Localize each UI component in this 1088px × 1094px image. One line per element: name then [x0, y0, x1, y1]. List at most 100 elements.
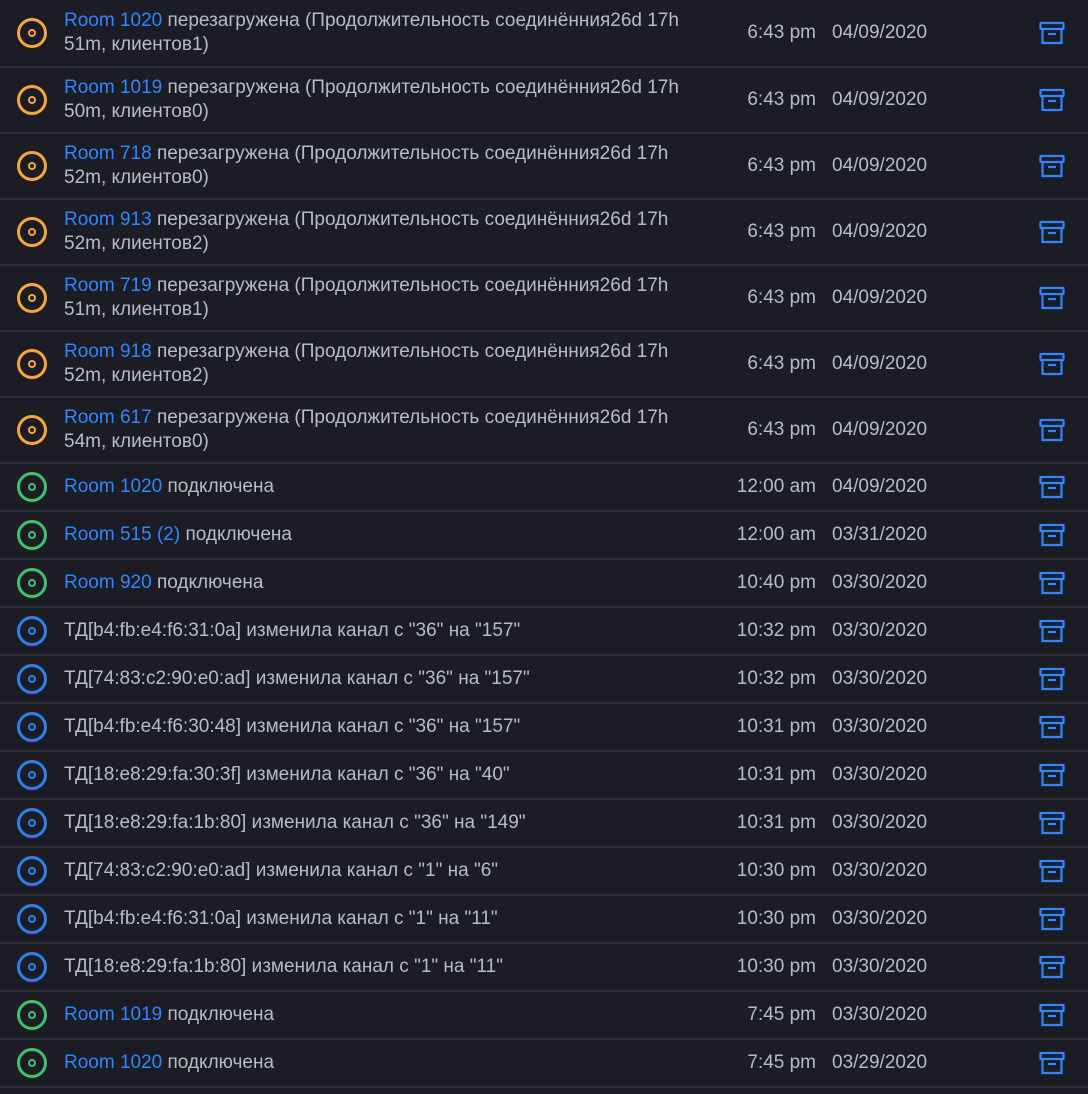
event-date: 04/09/2020 [832, 419, 928, 440]
archive-icon[interactable] [1039, 571, 1065, 595]
room-link[interactable]: Room 1019 [64, 1004, 162, 1025]
room-link[interactable]: Room 918 [64, 341, 152, 362]
event-time: 6:43 pm [747, 89, 816, 110]
status-info-icon [17, 616, 47, 646]
event-row: ТД[b4:fb:e4:f6:31:0a] изменила канал с "… [0, 608, 1088, 656]
event-row: Room 718 перезагружена (Продолжительност… [0, 134, 1088, 200]
status-warning-icon [17, 283, 47, 313]
archive-icon[interactable] [1039, 1003, 1065, 1027]
event-message: Room 515 (2) подключена [64, 523, 714, 547]
event-date: 03/29/2020 [832, 1052, 928, 1073]
event-text: перезагружена (Продолжительность соединё… [64, 407, 669, 452]
event-message: Room 719 перезагружена (Продолжительност… [64, 274, 714, 322]
event-row: ТД[18:e8:29:fa:30:3f] изменила канал с "… [0, 752, 1088, 800]
event-text: ТД[18:e8:29:fa:30:3f] изменила канал с "… [64, 764, 510, 785]
archive-icon[interactable] [1039, 286, 1065, 310]
event-row: ТД[74:83:c2:90:e0:ad] изменила канал с "… [0, 848, 1088, 896]
event-date: 04/09/2020 [832, 22, 928, 43]
event-message: ТД[b4:fb:e4:f6:31:0a] изменила канал с "… [64, 907, 714, 931]
event-text: перезагружена (Продолжительность соединё… [64, 275, 669, 320]
archive-icon[interactable] [1039, 475, 1065, 499]
archive-icon[interactable] [1039, 418, 1065, 442]
event-message: ТД[74:83:c2:90:e0:ad] изменила канал с "… [64, 667, 714, 691]
status-warning-icon [17, 85, 47, 115]
status-success-icon [17, 520, 47, 550]
room-link[interactable]: Room 719 [64, 275, 152, 296]
event-date: 04/09/2020 [832, 353, 928, 374]
event-row: Room 1019 подключена 7:45 pm 03/30/2020 [0, 992, 1088, 1040]
event-text: ТД[18:e8:29:fa:1b:80] изменила канал с "… [64, 956, 503, 977]
event-text: ТД[18:e8:29:fa:1b:80] изменила канал с "… [64, 812, 526, 833]
event-date: 04/09/2020 [832, 287, 928, 308]
event-message: Room 718 перезагружена (Продолжительност… [64, 142, 714, 190]
archive-icon[interactable] [1039, 352, 1065, 376]
event-date: 03/30/2020 [832, 716, 928, 737]
event-date: 03/30/2020 [832, 572, 928, 593]
archive-icon[interactable] [1039, 811, 1065, 835]
event-message: Room 1020 перезагружена (Продолжительнос… [64, 9, 714, 57]
event-text: перезагружена (Продолжительность соединё… [64, 143, 669, 188]
status-success-icon [17, 472, 47, 502]
room-link[interactable]: Room 1019 [64, 77, 162, 98]
archive-icon[interactable] [1039, 88, 1065, 112]
archive-icon[interactable] [1039, 21, 1065, 45]
status-success-icon [17, 1000, 47, 1030]
event-time: 6:43 pm [747, 353, 816, 374]
event-time: 10:31 pm [736, 812, 816, 833]
archive-icon[interactable] [1039, 523, 1065, 547]
event-text: перезагружена (Продолжительность соединё… [64, 341, 669, 386]
archive-icon[interactable] [1039, 1051, 1065, 1075]
status-info-icon [17, 664, 47, 694]
archive-icon[interactable] [1039, 859, 1065, 883]
event-message: Room 1019 подключена [64, 1003, 714, 1027]
status-info-icon [17, 712, 47, 742]
event-time: 6:43 pm [747, 287, 816, 308]
room-link[interactable]: Room 515 (2) [64, 524, 180, 545]
archive-icon[interactable] [1039, 667, 1065, 691]
event-row: Room 1019 перезагружена (Продолжительнос… [0, 68, 1088, 134]
room-link[interactable]: Room 913 [64, 209, 152, 230]
event-time: 10:30 pm [736, 956, 816, 977]
event-date: 03/31/2020 [832, 524, 928, 545]
room-link[interactable]: Room 718 [64, 143, 152, 164]
archive-icon[interactable] [1039, 763, 1065, 787]
event-text: подключена [180, 524, 292, 545]
status-success-icon [17, 1048, 47, 1078]
event-message: ТД[b4:fb:e4:f6:30:48] изменила канал с "… [64, 715, 714, 739]
event-text: подключена [162, 476, 275, 497]
room-link[interactable]: Room 1020 [64, 10, 162, 31]
event-row: Room 920 подключена 10:40 pm 03/30/2020 [0, 560, 1088, 608]
event-text: подключена [162, 1004, 275, 1025]
room-link[interactable]: Room 617 [64, 407, 152, 428]
archive-icon[interactable] [1039, 619, 1065, 643]
archive-icon[interactable] [1039, 955, 1065, 979]
status-warning-icon [17, 415, 47, 445]
event-row: Room 1020 перезагружена (Продолжительнос… [0, 0, 1088, 68]
event-date: 03/30/2020 [832, 764, 928, 785]
archive-icon[interactable] [1039, 715, 1065, 739]
event-message: Room 1019 перезагружена (Продолжительнос… [64, 76, 714, 124]
event-date: 04/09/2020 [832, 89, 928, 110]
event-text: ТД[b4:fb:e4:f6:30:48] изменила канал с "… [64, 716, 521, 737]
room-link[interactable]: Room 920 [64, 572, 152, 593]
status-warning-icon [17, 18, 47, 48]
event-message: ТД[18:e8:29:fa:1b:80] изменила канал с "… [64, 955, 714, 979]
archive-icon[interactable] [1039, 154, 1065, 178]
status-warning-icon [17, 151, 47, 181]
room-link[interactable]: Room 1020 [64, 476, 162, 497]
event-text: подключена [162, 1052, 275, 1073]
event-time: 6:43 pm [747, 155, 816, 176]
event-time: 10:32 pm [736, 668, 816, 689]
event-row: Room 918 перезагружена (Продолжительност… [0, 332, 1088, 398]
archive-icon[interactable] [1039, 907, 1065, 931]
event-message: ТД[b4:fb:e4:f6:31:0a] изменила канал с "… [64, 619, 714, 643]
event-message: Room 1020 подключена [64, 1051, 714, 1075]
archive-icon[interactable] [1039, 220, 1065, 244]
event-text: ТД[b4:fb:e4:f6:31:0a] изменила канал с "… [64, 908, 498, 929]
event-date: 03/30/2020 [832, 620, 928, 641]
event-date: 03/30/2020 [832, 956, 928, 977]
event-row: ТД[74:83:c2:90:e0:ad] изменила канал с "… [0, 656, 1088, 704]
event-time: 12:00 am [736, 476, 816, 497]
event-row: ТД[b4:fb:e4:f6:30:48] изменила канал с "… [0, 704, 1088, 752]
room-link[interactable]: Room 1020 [64, 1052, 162, 1073]
